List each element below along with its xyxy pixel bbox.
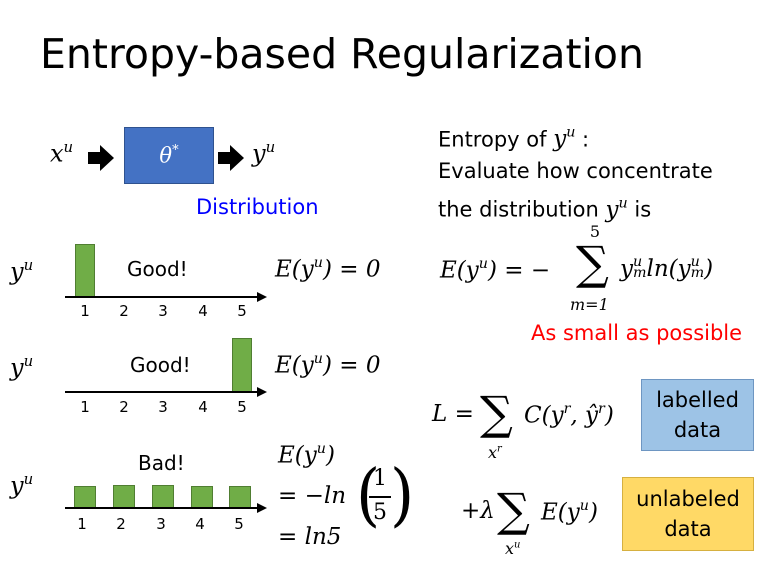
sigma-icon: ∑: [576, 236, 609, 290]
axis-arrow-icon: [257, 387, 267, 397]
tick-label: 1: [80, 398, 90, 416]
bar-4: [191, 486, 213, 508]
input-x-u: xu: [50, 138, 74, 168]
sum-lower: m=1: [570, 295, 609, 314]
unlabeled-data-box: unlabeled data: [622, 477, 754, 551]
tick-label: 3: [158, 302, 168, 320]
sum-lower: xu: [505, 539, 521, 558]
bar-5: [229, 486, 251, 508]
labelled-data-box: labelled data: [641, 379, 754, 451]
axis-arrow-icon: [257, 503, 267, 513]
entropy-description: Entropy of yu : Evaluate how concentrate…: [438, 125, 713, 223]
entropy-value: E(yu) = 0: [275, 351, 381, 379]
model-box: θ*: [124, 127, 214, 184]
tick-label: 2: [119, 302, 129, 320]
verdict-label: Good!: [127, 257, 188, 281]
tick-label: 4: [198, 302, 208, 320]
axis-line: [65, 507, 257, 509]
tick-label: 3: [158, 398, 168, 416]
bar-3: [152, 485, 174, 508]
tick-label: 2: [116, 515, 126, 533]
output-y-u: yu: [252, 138, 276, 168]
axis-line: [65, 391, 257, 393]
loss-term-unlabeled: E(yu): [541, 498, 598, 526]
distribution-label: Distribution: [196, 195, 319, 219]
tick-label: 1: [77, 515, 87, 533]
example-ylabel: yu: [10, 470, 34, 500]
tick-label: 2: [119, 398, 129, 416]
tick-label: 5: [237, 302, 247, 320]
note-as-small-as-possible: As small as possible: [531, 321, 743, 345]
axis-arrow-icon: [257, 292, 267, 302]
tick-label: 5: [234, 515, 244, 533]
bar-1: [74, 486, 96, 508]
loss-term-labelled: C(yr, ŷr): [524, 401, 614, 429]
bar-5: [232, 338, 252, 392]
tick-label: 4: [195, 515, 205, 533]
axis-line: [65, 296, 257, 298]
loss-lhs: L =: [432, 401, 474, 427]
entropy-value: E(yu): [278, 441, 335, 469]
example-ylabel: yu: [10, 352, 34, 382]
tick-label: 1: [80, 302, 90, 320]
entropy-value-step: = −ln: [278, 483, 347, 509]
sigma-icon: ∑: [480, 386, 513, 440]
bar-1: [75, 244, 95, 297]
sum-lower: xr: [488, 443, 502, 462]
tick-label: 4: [198, 398, 208, 416]
lambda-term: +λ: [461, 498, 495, 524]
entropy-value-result: = ln5: [278, 524, 342, 550]
verdict-label: Good!: [130, 353, 191, 377]
example-ylabel: yu: [10, 256, 34, 286]
verdict-label: Bad!: [138, 451, 185, 475]
entropy-lhs: E(yu) = −: [440, 256, 551, 284]
fraction: ( 1 5 ): [356, 454, 415, 535]
sigma-icon: ∑: [497, 483, 530, 537]
tick-label: 3: [156, 515, 166, 533]
entropy-term: y u m ln(y u m): [620, 254, 714, 282]
tick-label: 5: [237, 398, 247, 416]
page-title: Entropy-based Regularization: [40, 30, 644, 78]
entropy-value: E(yu) = 0: [275, 255, 381, 283]
bar-2: [113, 485, 135, 508]
